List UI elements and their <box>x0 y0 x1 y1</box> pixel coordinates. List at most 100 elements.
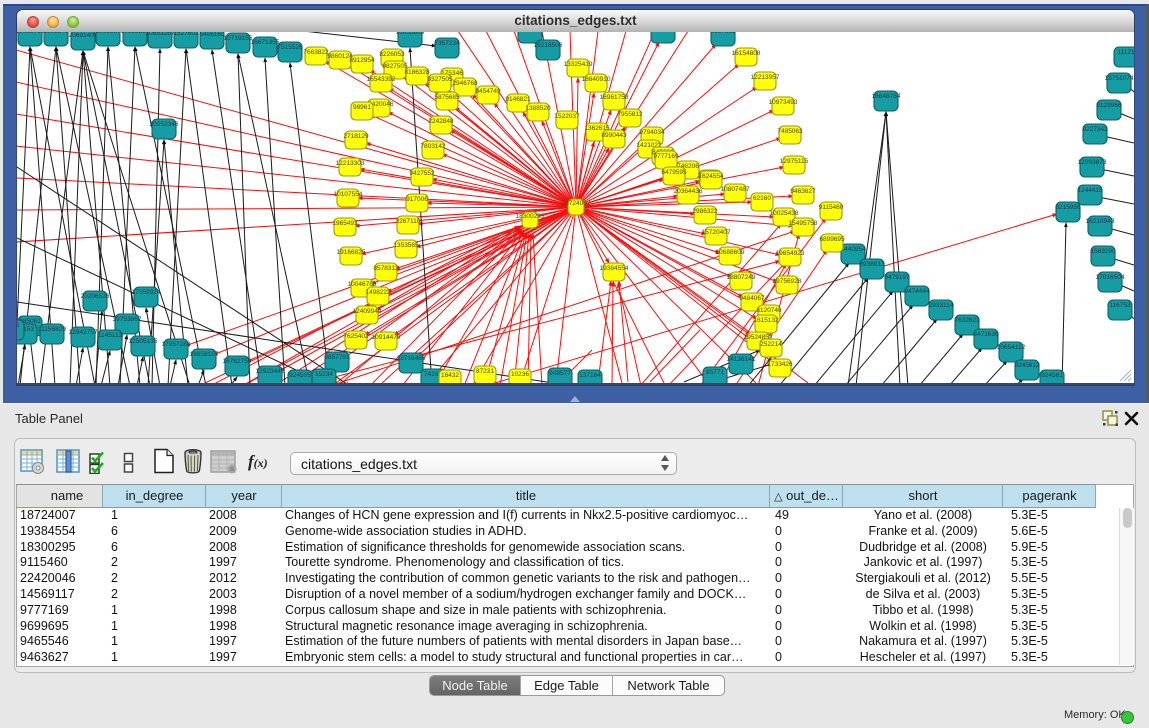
svg-text:16053809: 16053809 <box>396 32 425 36</box>
svg-text:16154808: 16154808 <box>732 50 761 57</box>
svg-text:1145113: 1145113 <box>98 332 123 339</box>
svg-text:1065387: 1065387 <box>95 32 121 35</box>
svg-text:9327505: 9327505 <box>427 76 453 83</box>
svg-text:917006: 917006 <box>406 196 428 203</box>
svg-text:1527602: 1527602 <box>173 32 199 37</box>
svg-text:9484067: 9484067 <box>739 295 765 302</box>
svg-text:17957283: 17957283 <box>162 341 191 348</box>
svg-text:12409944: 12409944 <box>353 308 382 315</box>
svg-text:10654112: 10654112 <box>997 344 1026 351</box>
svg-text:1388520: 1388520 <box>525 105 551 112</box>
svg-text:16961758: 16961758 <box>600 94 629 101</box>
svg-text:12213957: 12213957 <box>751 74 780 81</box>
svg-text:13325419: 13325419 <box>564 61 593 68</box>
svg-text:12975115: 12975115 <box>780 158 809 165</box>
svg-text:10653267: 10653267 <box>146 32 175 37</box>
svg-text:7663822: 7663822 <box>303 49 329 56</box>
svg-text:19166825: 19166825 <box>337 249 366 256</box>
svg-text:12093873: 12093873 <box>1078 159 1107 166</box>
svg-text:10914479: 10914479 <box>372 334 401 341</box>
svg-text:10719155: 10719155 <box>224 35 253 42</box>
svg-text:8912954: 8912954 <box>349 57 375 64</box>
svg-text:20053346: 20053346 <box>150 121 179 128</box>
svg-text:2718129: 2718129 <box>343 133 369 140</box>
svg-text:924561: 924561 <box>1041 372 1063 379</box>
svg-text:9794034: 9794034 <box>639 129 665 136</box>
svg-text:1615132: 1615132 <box>753 317 779 324</box>
svg-text:8454749: 8454749 <box>475 88 501 95</box>
svg-text:17359924: 17359924 <box>132 289 161 296</box>
svg-text:9777169: 9777169 <box>653 153 679 160</box>
svg-text:1624554: 1624554 <box>698 173 724 180</box>
svg-text:9857791: 9857791 <box>324 354 350 361</box>
svg-text:3215956: 3215956 <box>1055 204 1081 211</box>
svg-text:924505: 924505 <box>289 372 311 379</box>
svg-text:9474444: 9474444 <box>904 288 930 295</box>
svg-text:8226053: 8226053 <box>379 51 405 58</box>
svg-text:18807249: 18807249 <box>727 274 756 281</box>
svg-text:7955812: 7955812 <box>617 111 643 118</box>
svg-text:8938913: 8938913 <box>859 261 885 268</box>
svg-text:10025438: 10025438 <box>770 210 799 217</box>
svg-text:7625402: 7625402 <box>343 333 369 340</box>
svg-text:19234: 19234 <box>315 371 333 378</box>
svg-text:98961: 98961 <box>353 104 371 111</box>
svg-text:16671355: 16671355 <box>251 39 280 46</box>
svg-text:948577: 948577 <box>549 370 571 377</box>
svg-text:19756928: 19756928 <box>773 278 802 285</box>
svg-text:8186328: 8186328 <box>404 69 430 76</box>
svg-text:9463627: 9463627 <box>790 188 816 195</box>
svg-text:1569290: 1569290 <box>1090 248 1116 255</box>
svg-text:12505135: 12505135 <box>129 338 158 345</box>
svg-text:7357234: 7357234 <box>434 40 460 47</box>
svg-text:19858107: 19858107 <box>190 351 219 358</box>
svg-text:7803142: 7803142 <box>420 143 446 150</box>
svg-text:14136141: 14136141 <box>727 356 756 363</box>
svg-text:16782759: 16782759 <box>223 358 252 365</box>
svg-text:16432: 16432 <box>441 372 459 379</box>
svg-text:1905572: 1905572 <box>43 32 69 35</box>
svg-text:1498222: 1498222 <box>365 289 391 296</box>
svg-text:9115460: 9115460 <box>819 204 844 211</box>
svg-text:2946768: 2946768 <box>452 80 478 87</box>
svg-text:1965493: 1965493 <box>332 220 358 227</box>
svg-text:20691406: 20691406 <box>69 32 98 39</box>
svg-text:16543392: 16543392 <box>367 76 396 83</box>
svg-text:62160: 62160 <box>753 195 771 202</box>
svg-text:2242848: 2242848 <box>428 118 454 125</box>
svg-text:9315: 9315 <box>17 322 20 329</box>
svg-text:6466160: 6466160 <box>199 32 225 38</box>
svg-text:19218506: 19218506 <box>534 42 563 49</box>
svg-text:10107554: 10107554 <box>334 191 363 198</box>
svg-text:6479595: 6479595 <box>661 169 687 176</box>
svg-text:17016504: 17016504 <box>1096 274 1125 281</box>
svg-text:18640910: 18640910 <box>582 76 611 83</box>
svg-text:15495758: 15495758 <box>789 220 818 227</box>
svg-text:9146821: 9146821 <box>505 96 531 103</box>
svg-text:13716485: 13716485 <box>397 355 426 362</box>
svg-text:8578312: 8578312 <box>373 265 399 272</box>
svg-text:7632621: 7632621 <box>954 317 980 324</box>
svg-text:12213303: 12213303 <box>336 160 365 167</box>
svg-text:1244415: 1244415 <box>1077 187 1103 194</box>
svg-text:13751074: 13751074 <box>1105 75 1134 82</box>
svg-text:18724007: 18724007 <box>562 200 591 207</box>
svg-text:19055713: 19055713 <box>17 32 45 35</box>
svg-text:95771: 95771 <box>706 369 724 376</box>
svg-text:137164: 137164 <box>579 372 601 379</box>
svg-text:8471636: 8471636 <box>973 331 999 338</box>
svg-text:2986322: 2986322 <box>692 208 718 215</box>
svg-text:10973493: 10973493 <box>769 99 798 106</box>
svg-text:252214: 252214 <box>760 341 782 348</box>
svg-text:1440954: 1440954 <box>840 246 866 253</box>
svg-text:7515526: 7515526 <box>277 44 303 51</box>
svg-text:12923446: 12923446 <box>256 368 285 375</box>
svg-text:18300295: 18300295 <box>516 213 545 220</box>
svg-text:20206526: 20206526 <box>81 293 110 300</box>
svg-text:10236: 10236 <box>511 371 529 378</box>
svg-text:1353565: 1353565 <box>393 242 419 249</box>
svg-text:6120746: 6120746 <box>756 307 782 314</box>
svg-text:16210943: 16210943 <box>1086 218 1115 225</box>
svg-text:5875685: 5875685 <box>434 94 460 101</box>
svg-text:87231: 87231 <box>476 368 494 375</box>
